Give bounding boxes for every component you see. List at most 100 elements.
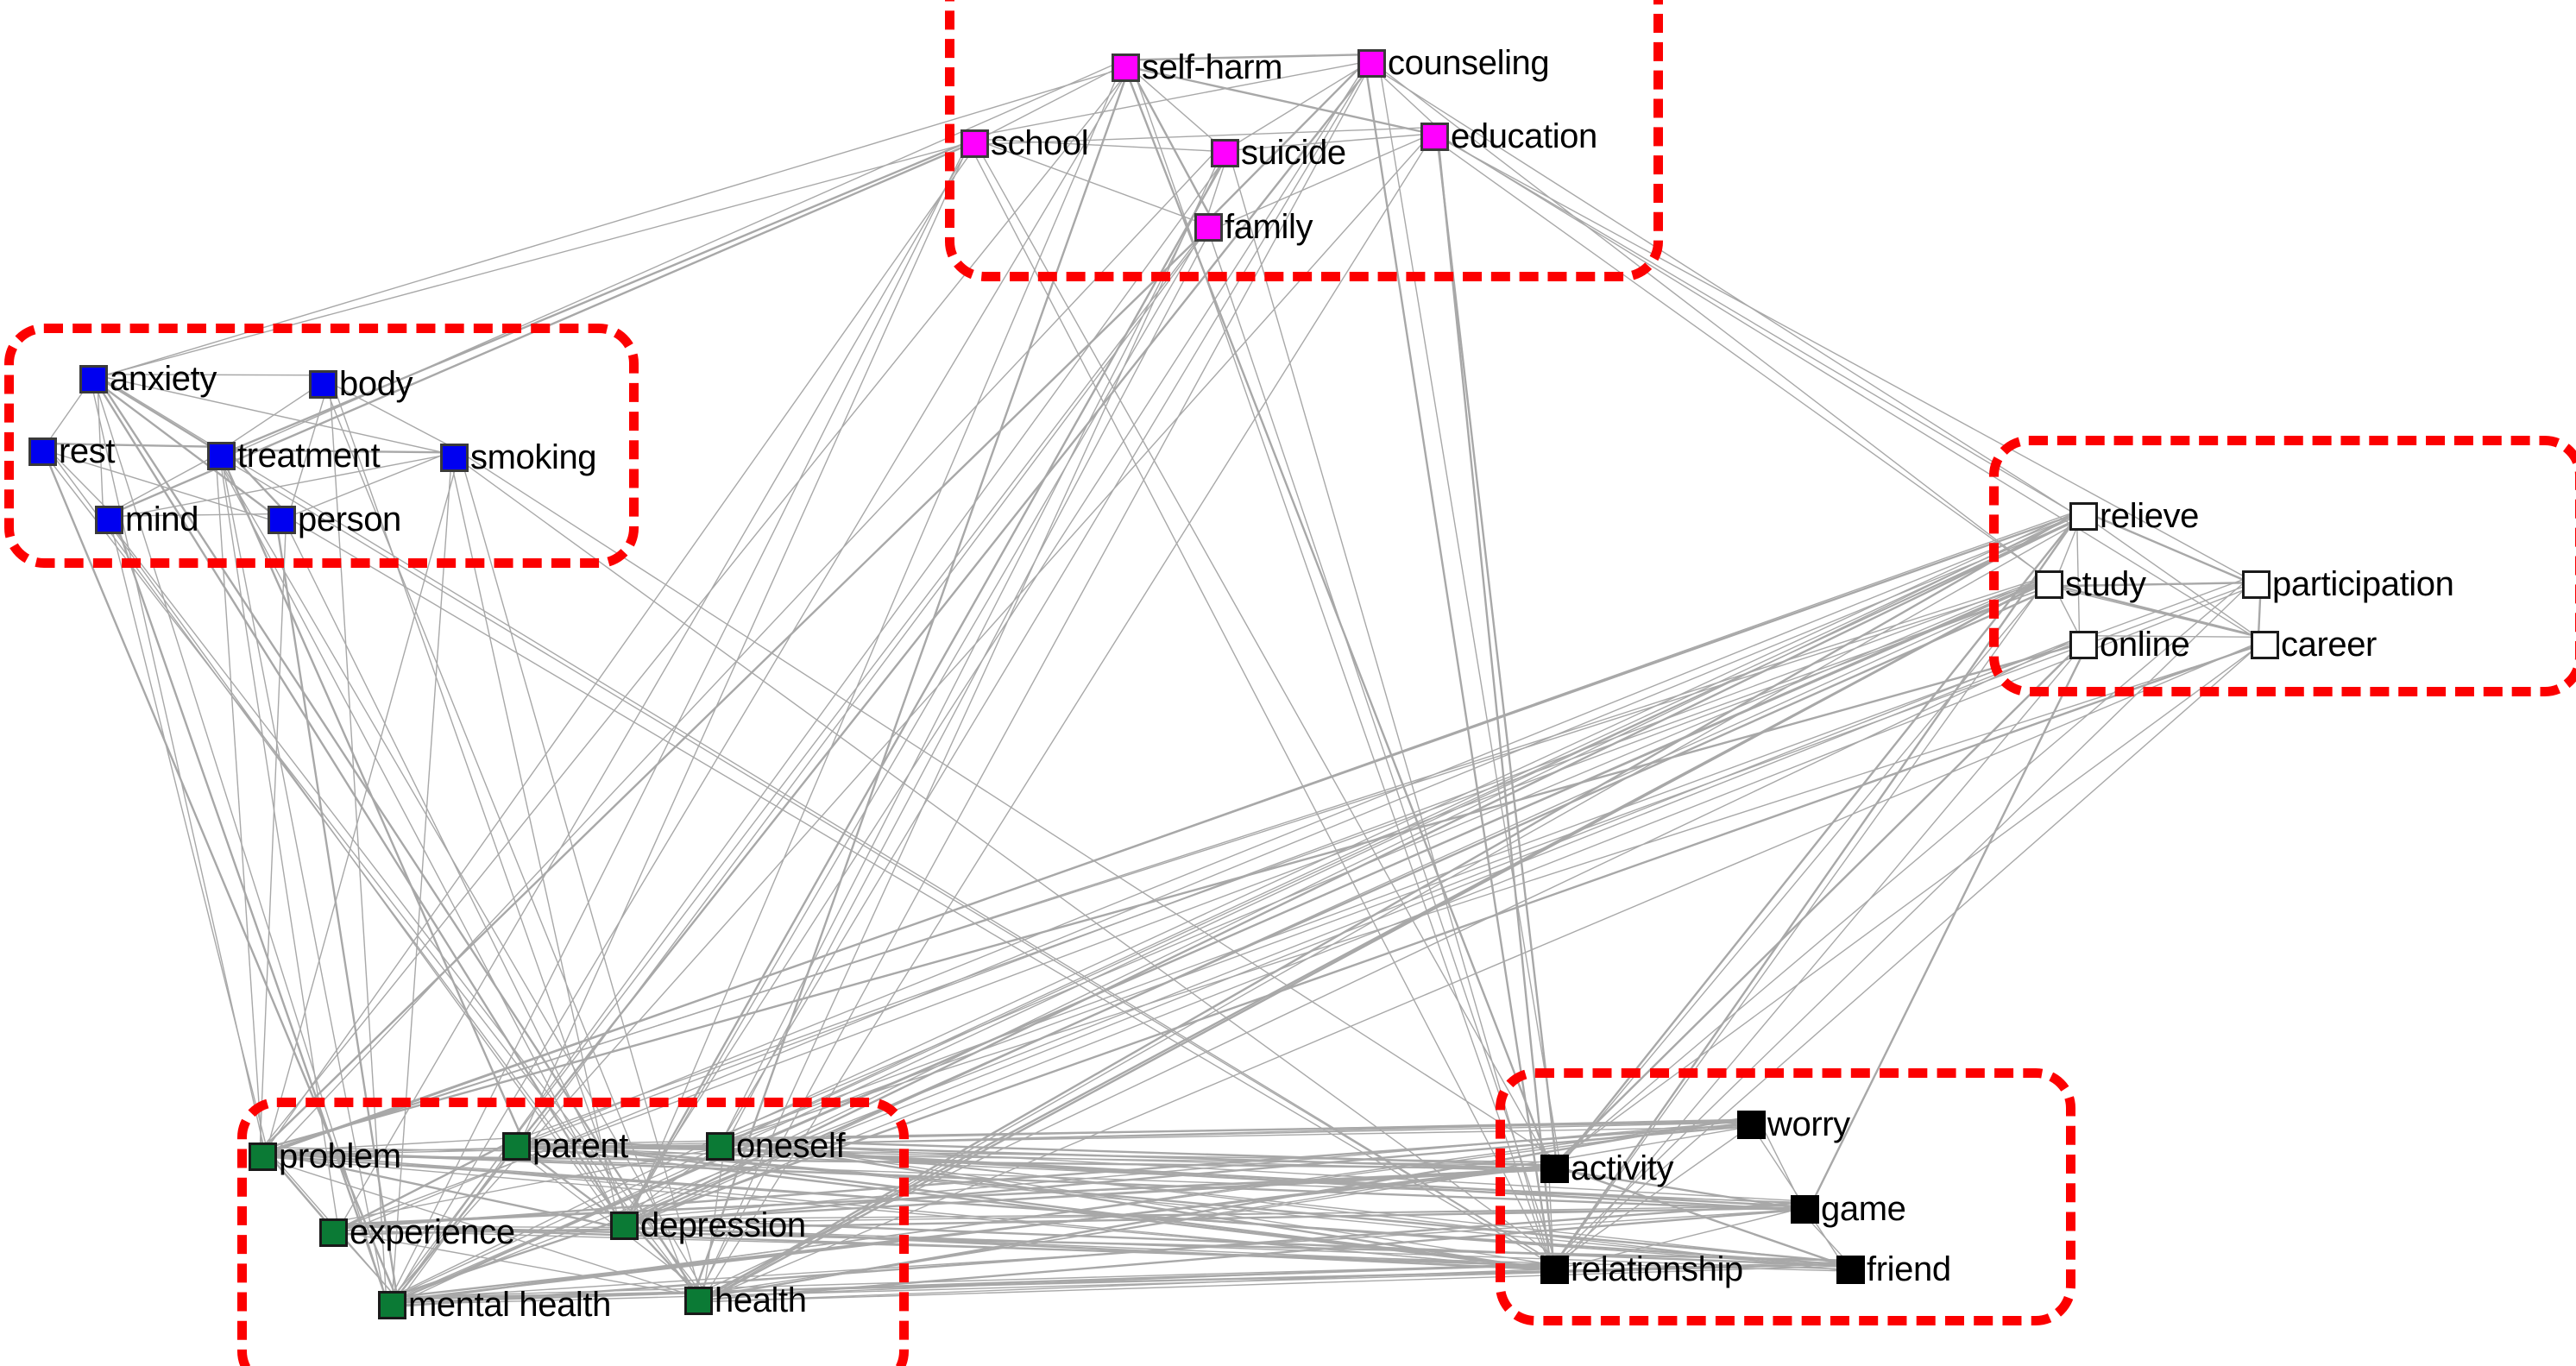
graph-edge — [220, 453, 525, 1142]
node-marker-icon — [249, 1142, 277, 1171]
graph-edge — [275, 510, 1560, 1269]
node-body[interactable]: body — [309, 367, 413, 401]
node-marker-icon — [684, 1286, 713, 1315]
graph-edge — [274, 515, 400, 1304]
graph-edge — [337, 1224, 1556, 1268]
node-label: problem — [279, 1137, 401, 1175]
node-oneself[interactable]: oneself — [706, 1127, 846, 1165]
graph-edge — [1131, 66, 1551, 1264]
node-depression[interactable]: depression — [610, 1208, 806, 1243]
graph-edge — [1434, 128, 1559, 1166]
graph-edge — [699, 507, 2087, 1302]
graph-edge — [90, 378, 268, 1160]
node-marker-icon — [207, 441, 236, 470]
node-label: school — [991, 124, 1089, 162]
graph-edge — [520, 514, 2078, 1144]
node-label: family — [1225, 208, 1313, 246]
node-counseling[interactable]: counseling — [1357, 46, 1550, 80]
node-mental-health[interactable]: mental health — [378, 1287, 611, 1322]
node-label: rest — [59, 432, 116, 470]
graph-edge — [717, 1140, 1852, 1265]
graph-edge — [457, 450, 702, 1297]
node-parent[interactable]: parent — [502, 1129, 628, 1163]
graph-edge — [722, 513, 2082, 1144]
graph-edge — [1433, 138, 2049, 580]
node-anxiety[interactable]: anxiety — [79, 362, 217, 396]
node-marker-icon — [95, 505, 123, 534]
node-smoking[interactable]: smoking — [440, 440, 597, 475]
node-marker-icon — [268, 505, 296, 534]
node-problem[interactable]: problem — [249, 1139, 401, 1174]
node-mind[interactable]: mind — [95, 500, 199, 538]
node-education[interactable]: education — [1420, 119, 1597, 154]
graph-edge — [627, 222, 1209, 1218]
graph-edge — [102, 513, 621, 1229]
node-game[interactable]: game — [1791, 1192, 1906, 1226]
node-participation[interactable]: participation — [2242, 567, 2454, 601]
node-label: activity — [1571, 1149, 1674, 1187]
node-label: parent — [532, 1127, 629, 1165]
graph-edge — [263, 1126, 1746, 1154]
node-marker-icon — [1791, 1194, 1819, 1224]
node-marker-icon — [2069, 501, 2098, 531]
node-self-harm[interactable]: self-harm — [1112, 50, 1283, 85]
node-treatment[interactable]: treatment — [207, 438, 381, 473]
graph-edge — [1808, 643, 2089, 1209]
graph-edge — [691, 66, 1131, 1298]
node-marker-icon — [309, 369, 337, 399]
graph-edge — [390, 1163, 1554, 1302]
graph-edge — [397, 581, 2045, 1299]
node-experience[interactable]: experience — [319, 1215, 515, 1250]
graph-edge — [1553, 576, 2251, 1167]
graph-edge — [696, 1159, 1551, 1299]
graph-edge — [517, 1138, 1556, 1270]
node-label: depression — [640, 1206, 806, 1244]
graph-edge — [91, 65, 1131, 381]
graph-edge — [268, 146, 1221, 1159]
node-activity[interactable]: activity — [1540, 1151, 1673, 1186]
node-family[interactable]: family — [1194, 210, 1313, 244]
graph-edge — [266, 511, 2083, 1155]
graph-edge — [699, 1268, 1561, 1303]
graph-edge — [389, 518, 2079, 1308]
node-person[interactable]: person — [268, 502, 401, 537]
graph-edge — [626, 154, 1229, 1218]
node-online[interactable]: online — [2069, 626, 2190, 664]
node-label: online — [2100, 626, 2190, 664]
graph-edge — [1555, 513, 2081, 1170]
graph-edge — [255, 68, 1131, 1156]
graph-edge — [1558, 637, 2271, 1161]
node-label: health — [715, 1281, 807, 1319]
graph-edge — [725, 227, 1212, 1144]
node-label: mental health — [408, 1286, 611, 1324]
graph-edge — [713, 580, 2260, 1149]
node-relieve[interactable]: relieve — [2069, 499, 2199, 533]
node-label: relieve — [2100, 497, 2200, 535]
node-label: oneself — [736, 1127, 846, 1165]
node-marker-icon — [28, 437, 57, 466]
node-relationship[interactable]: relationship — [1540, 1252, 1743, 1287]
node-friend[interactable]: friend — [1836, 1252, 1951, 1287]
node-label: career — [2281, 626, 2377, 664]
graph-edge — [725, 1143, 1556, 1170]
node-label: mind — [125, 500, 199, 538]
node-marker-icon — [1540, 1255, 1569, 1284]
graph-edge — [1432, 132, 2081, 518]
node-marker-icon — [502, 1131, 531, 1161]
node-label: friend — [1867, 1250, 1951, 1288]
node-school[interactable]: school — [960, 124, 1089, 162]
node-suicide[interactable]: suicide — [1211, 135, 1346, 170]
node-health[interactable]: health — [684, 1283, 807, 1318]
graph-edge — [215, 456, 263, 1148]
node-marker-icon — [319, 1218, 348, 1247]
node-label: body — [339, 365, 413, 403]
graph-edge — [692, 1262, 1551, 1298]
node-study[interactable]: study — [2035, 567, 2146, 601]
node-worry[interactable]: worry — [1737, 1107, 1850, 1142]
node-career[interactable]: career — [2251, 627, 2377, 662]
graph-edge — [221, 456, 1555, 1263]
graph-edge — [701, 517, 2087, 1303]
graph-edge — [112, 514, 389, 1303]
graph-edge — [520, 1143, 1557, 1173]
node-rest[interactable]: rest — [28, 434, 115, 469]
